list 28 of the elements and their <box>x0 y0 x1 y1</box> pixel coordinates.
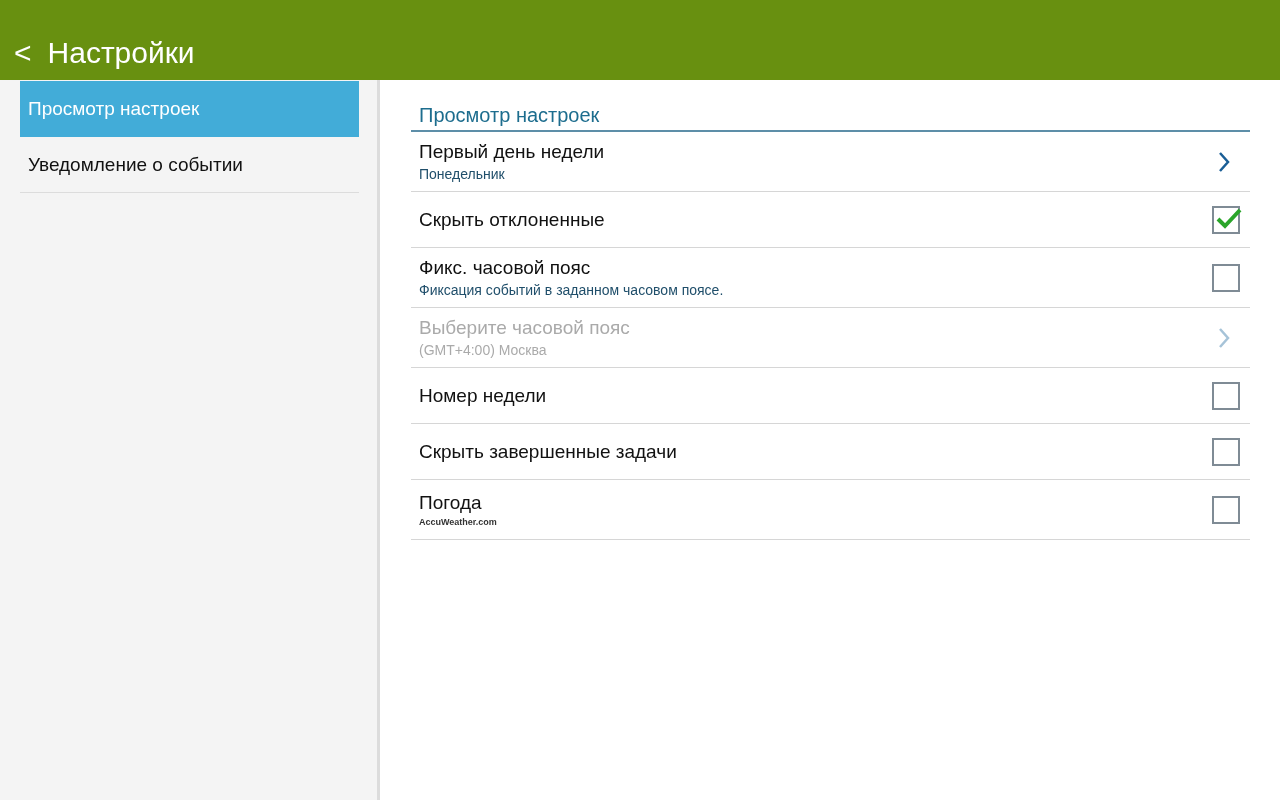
setting-subtitle: Понедельник <box>419 166 505 182</box>
setting-title: Первый день недели <box>419 141 605 163</box>
checkbox[interactable] <box>1212 381 1240 410</box>
setting-title: Скрыть завершенные задачи <box>419 440 677 463</box>
accuweather-logo: AccuWeather.com <box>419 517 497 527</box>
setting-subtitle: Фиксация событий в заданном часовом поясе. <box>419 282 724 298</box>
setting-title: Фикс. часовой пояс <box>419 257 591 279</box>
checkbox[interactable] <box>1212 437 1240 466</box>
section-title: Просмотр настроек <box>411 104 1250 132</box>
settings-row[interactable]: Фикс. часовой пояс Фиксация событий в заданном часовом поясе. <box>411 248 1250 308</box>
settings-row[interactable]: Номер недели <box>411 368 1250 424</box>
checkbox[interactable] <box>1212 495 1240 524</box>
back-button[interactable]: < <box>10 36 36 70</box>
setting-title: Погода <box>419 492 482 514</box>
settings-row[interactable]: Первый день недели Понедельник <box>411 132 1250 192</box>
setting-title: Номер недели <box>419 384 547 407</box>
setting-subtitle: (GMT+4:00) Москва <box>419 342 547 358</box>
settings-row[interactable]: Скрыть завершенные задачи <box>411 424 1250 480</box>
checkbox[interactable] <box>1212 263 1240 292</box>
checkbox[interactable] <box>1212 205 1240 234</box>
settings-row[interactable]: Погода AccuWeather.com <box>411 480 1250 540</box>
chevron-right-icon <box>1218 326 1230 349</box>
sidebar-item[interactable]: Уведомление о событии <box>20 137 359 193</box>
chevron-right-icon <box>1218 150 1230 173</box>
header-title: Настройки <box>47 36 195 70</box>
setting-title: Скрыть отклоненные <box>419 208 605 231</box>
settings-row[interactable]: Скрыть отклоненные <box>411 192 1250 248</box>
setting-title: Выберите часовой пояс <box>419 317 630 339</box>
